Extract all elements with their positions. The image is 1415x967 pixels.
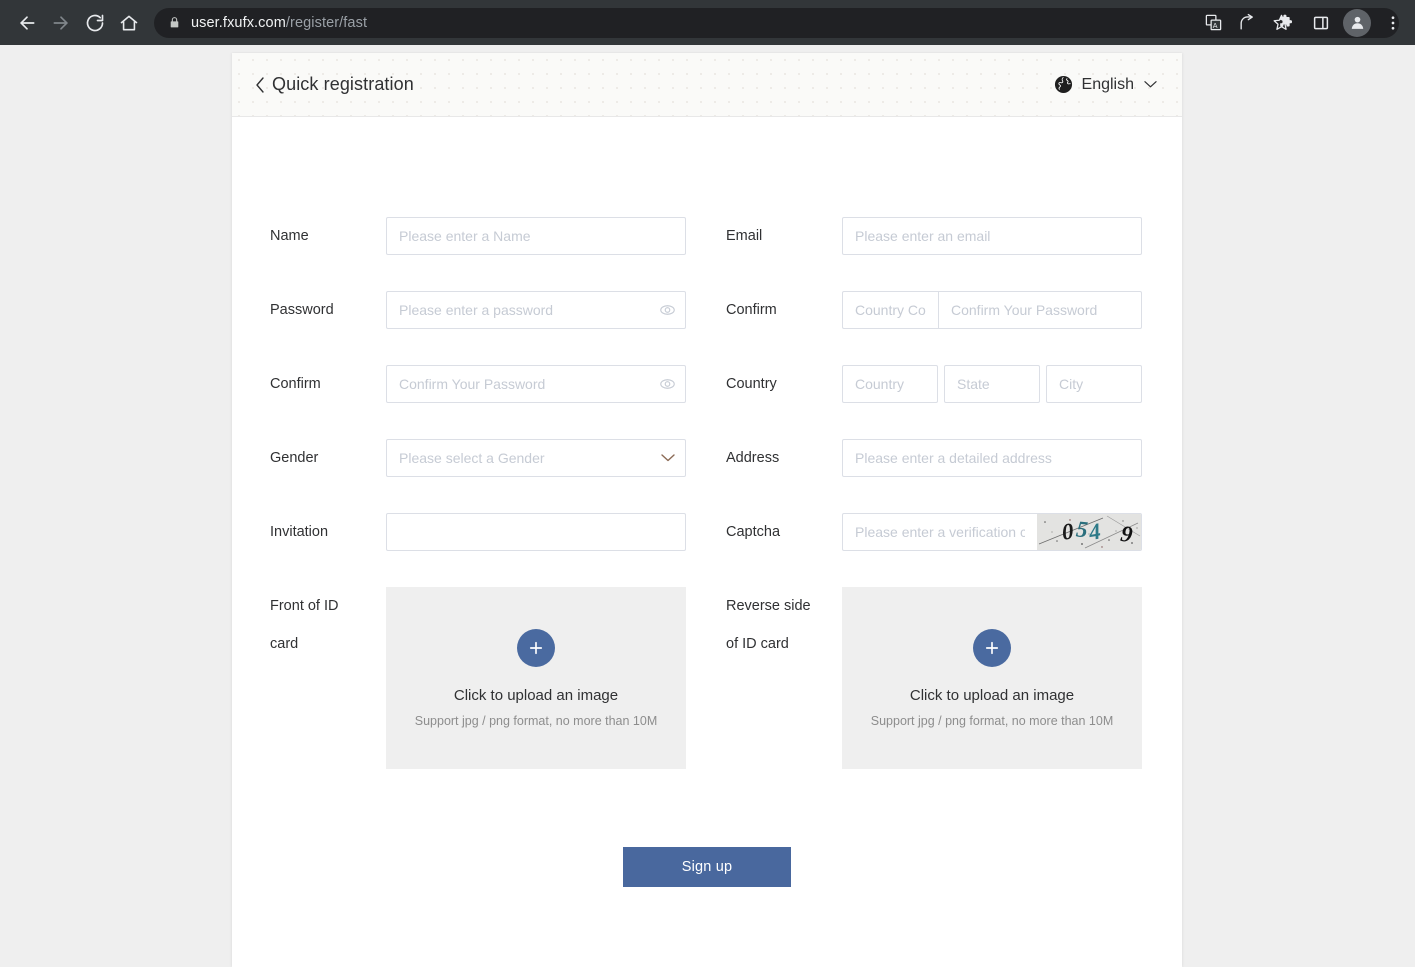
form-row-password-confirm: Password Please enter a password Confirm… [232,291,1182,329]
chevron-down-icon [1144,80,1157,89]
registration-card: Quick registration English Name Please e… [232,53,1182,967]
puzzle-icon[interactable] [1270,7,1302,39]
label-country: Country [726,376,777,392]
language-selector[interactable]: English [1054,75,1157,94]
translate-icon[interactable]: A [1197,7,1229,39]
plus-icon [517,628,555,667]
lock-icon [168,16,181,29]
url-path: /register/fast [285,14,368,31]
language-label: English [1081,75,1134,93]
svg-text:A: A [1212,22,1217,30]
sign-up-button[interactable]: Sign up [623,847,791,887]
back-arrow-icon[interactable] [10,6,44,40]
label-email: Email [726,228,763,244]
field-group-id-front: Front of ID card Click to upload an imag… [232,587,687,769]
captcha-image[interactable]: 054 9 [1037,514,1141,550]
forward-arrow-icon[interactable] [44,6,78,40]
invitation-input[interactable] [386,513,686,551]
back-chevron-icon[interactable] [254,76,266,94]
page-title: Quick registration [272,74,414,94]
confirm-password-top-input[interactable] [938,291,1142,329]
plus-icon [973,628,1011,667]
page-header: Quick registration English [232,53,1182,117]
id-front-upload-title: Click to upload an image [453,686,619,704]
form-row-invitation-captcha: Invitation Captcha Please enter a verifi… [232,513,1182,551]
label-password: Password [270,302,334,318]
password-input[interactable] [386,291,686,329]
field-group-country: Country [687,365,1142,403]
field-group-email: Email [687,217,1142,255]
field-group-captcha: Captcha Please enter a verification code… [687,513,1142,551]
label-captcha: Captcha [726,524,781,540]
label-id-reverse-line1: Reverse side [726,598,811,614]
label-gender: Gender [270,450,319,466]
field-group-address: Address [687,439,1142,477]
three-dot-menu-icon[interactable] [1377,7,1409,39]
label-id-front-line1: Front of ID [270,598,339,614]
field-group-gender: Gender [232,439,687,477]
profile-avatar-icon[interactable] [1343,8,1371,37]
captcha-code: 054 9 [1060,516,1136,548]
confirm-password-input[interactable] [386,365,686,403]
header-left: Quick registration [254,74,414,95]
label-confirm: Confirm [270,376,321,392]
city-input[interactable] [1046,365,1142,403]
url-host: user.fxufx.com [191,14,286,31]
field-group-name: Name [232,217,687,255]
url-text: user.fxufx.com/register/fast [191,15,367,31]
label-invitation: Invitation [270,524,329,540]
label-name: Name [270,228,309,244]
state-input[interactable] [944,365,1040,403]
browser-toolbar: user.fxufx.com/register/fast A [0,0,1415,45]
side-panel-icon[interactable] [1305,7,1337,39]
field-group-confirm: Confirm [232,365,687,403]
globe-icon [1054,75,1073,94]
browser-right-actions [1270,7,1409,39]
form-row-id-uploads: Front of ID card Click to upload an imag… [232,587,1182,769]
label-confirm-top: Confirm [726,302,777,318]
id-reverse-upload-box[interactable]: Click to upload an image Support jpg / p… [842,587,1142,769]
id-reverse-upload-hint: Support jpg / png format, no more than 1… [870,713,1114,728]
country-input[interactable] [842,365,938,403]
country-code-group [842,291,1142,329]
id-front-upload-hint: Support jpg / png format, no more than 1… [414,713,658,728]
id-front-upload-box[interactable]: Click to upload an image Support jpg / p… [386,587,686,769]
form-row-gender-address: Gender Address [232,439,1182,477]
submit-area: Sign up [232,847,1182,927]
label-id-reverse-line2: of ID card [726,636,789,652]
page-viewport: Quick registration English Name Please e… [0,45,1415,967]
country-state-city-group [842,365,1142,403]
eye-icon[interactable] [659,376,676,393]
captcha-group: 0549 [842,513,1142,551]
form-row-confirm-country: Confirm Confirm Your Password Country Co… [232,365,1182,403]
field-group-confirm-phone: Confirm [687,291,1142,329]
field-group-id-reverse: Reverse side of ID card Click to upload … [687,587,1142,769]
reload-icon[interactable] [78,6,112,40]
address-input[interactable] [842,439,1142,477]
label-id-reverse: Reverse side of ID card [726,587,842,663]
captcha-input[interactable] [843,514,1037,550]
field-group-password: Password [232,291,687,329]
id-reverse-upload-title: Click to upload an image [909,686,1075,704]
home-icon[interactable] [112,6,146,40]
label-id-front: Front of ID card [270,587,386,663]
registration-form: Name Email Password [232,117,1182,927]
gender-select-wrap[interactable] [386,439,686,477]
country-code-input[interactable] [842,291,938,329]
label-id-front-line2: card [270,636,299,652]
eye-icon[interactable] [659,302,676,319]
name-input[interactable] [386,217,686,255]
field-group-invitation: Invitation [232,513,687,551]
email-input[interactable] [842,217,1142,255]
form-row-name-email: Name Email [232,217,1182,255]
gender-select[interactable] [386,439,686,477]
label-address: Address [726,450,780,466]
share-icon[interactable] [1231,7,1263,39]
